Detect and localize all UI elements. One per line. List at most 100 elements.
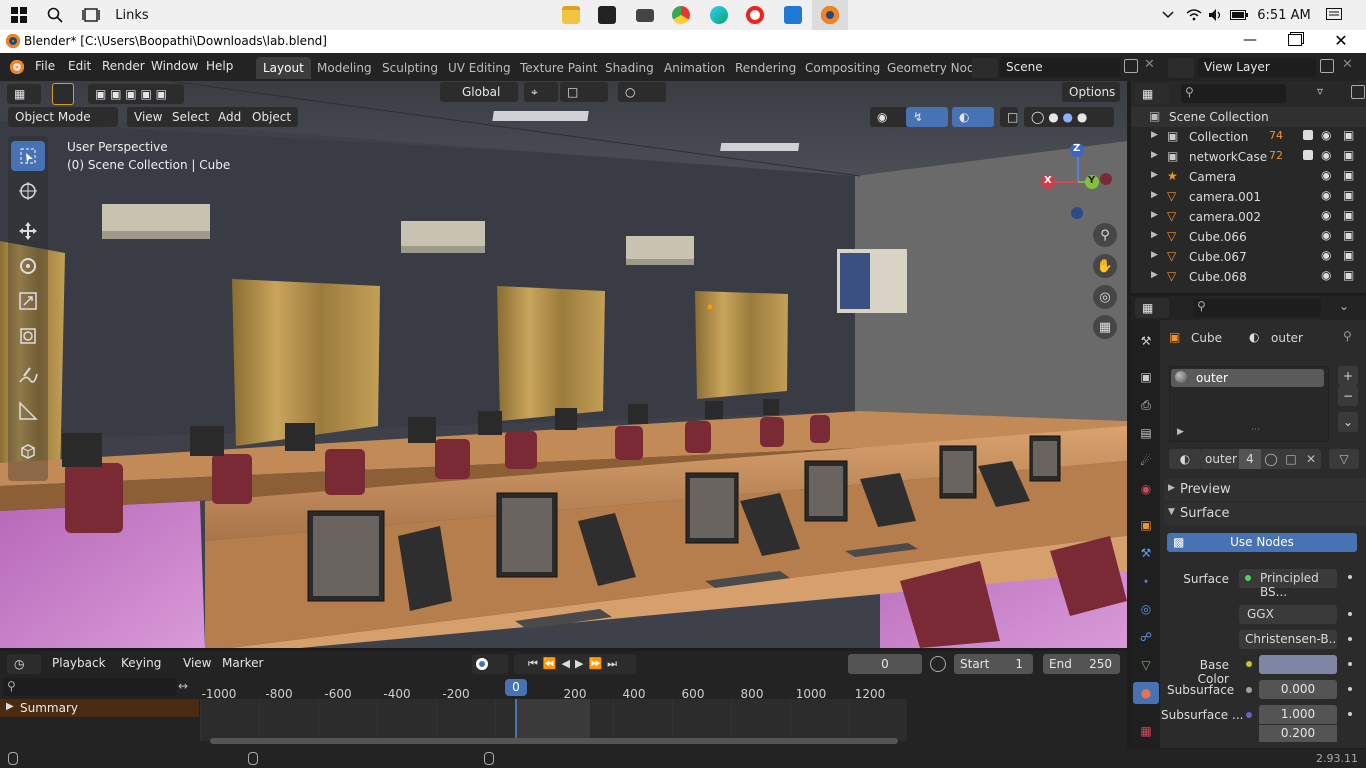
animate-property-icon[interactable] (1348, 637, 1352, 641)
menu-render[interactable]: Render (102, 59, 145, 73)
outliner-editor-type-icon[interactable]: ▦ (1135, 84, 1169, 104)
material-tab-icon[interactable]: ● (1133, 682, 1159, 704)
playhead[interactable]: 0 (505, 679, 527, 696)
editor-type-icon[interactable]: ▦ (7, 84, 41, 104)
links-toolbar-label[interactable]: Links (112, 0, 152, 30)
expand-arrow-icon[interactable]: ▶ (1151, 130, 1158, 140)
view-layer-selector-icon[interactable] (1168, 58, 1194, 78)
animate-property-icon[interactable] (1348, 687, 1352, 691)
physics-tab-icon[interactable]: ◎ (1133, 598, 1159, 620)
exclude-checkbox[interactable] (1303, 130, 1313, 140)
remove-slot-button[interactable]: − (1338, 386, 1358, 406)
menu-marker[interactable]: Marker (222, 656, 263, 670)
eye-icon[interactable]: ◉ (1321, 228, 1331, 242)
menu-window[interactable]: Window (151, 59, 198, 73)
volume-icon[interactable] (1206, 0, 1226, 30)
animate-property-icon[interactable] (1348, 612, 1352, 616)
tab-sculpting[interactable]: Sculpting (375, 57, 445, 79)
select-box-tool-icon[interactable] (11, 141, 45, 171)
outliner-item[interactable]: ▶ ▽ Cube.067 ◉ ▣ (1131, 247, 1366, 267)
expand-arrow-icon[interactable]: ▶ (1151, 170, 1158, 180)
subsurface-radius-x[interactable]: 1.000 (1259, 705, 1337, 724)
playback-controls[interactable]: ⏮⏪◀▶⏩⏭ (514, 654, 636, 674)
scene-selector-icon[interactable] (972, 58, 998, 78)
auto-keying-icon[interactable] (472, 654, 508, 674)
menu-keying[interactable]: Keying (121, 656, 161, 670)
slot-specials-button[interactable]: ⌄ (1338, 412, 1358, 432)
browse-material-icon[interactable]: ◐ (1169, 449, 1201, 469)
tab-uv-editing[interactable]: UV Editing (441, 57, 518, 79)
surface-shader-field[interactable]: Principled BS... (1239, 569, 1337, 599)
scene-tab-icon[interactable]: ☄ (1133, 450, 1159, 472)
end-frame-field[interactable]: End 250 (1043, 654, 1120, 674)
eye-icon[interactable]: ◉ (1321, 208, 1331, 222)
tool-tab-icon[interactable]: ⚒ (1133, 330, 1159, 352)
visibility-icon[interactable]: ◉ (870, 107, 910, 127)
cursor-tool-icon[interactable] (11, 176, 45, 206)
task-view-icon[interactable] (76, 0, 106, 30)
options-dropdown[interactable]: Options (1062, 82, 1120, 102)
distribution-dropdown[interactable]: GGX (1239, 605, 1337, 624)
annotate-tool-icon[interactable] (11, 361, 45, 391)
camera-icon[interactable]: ▣ (1343, 228, 1354, 242)
tab-rendering[interactable]: Rendering (728, 57, 803, 79)
surface-panel-header[interactable]: ▼ Surface (1164, 503, 1366, 525)
notifications-icon[interactable] (1320, 0, 1348, 30)
outliner-item[interactable]: ▶ ★ Camera ◉ ▣ (1131, 167, 1366, 187)
summary-row[interactable]: ▶ Summary (0, 699, 199, 717)
snap-icon[interactable]: □ (560, 82, 608, 102)
outliner-search-input[interactable]: ⚲ (1181, 84, 1286, 103)
tab-modeling[interactable]: Modeling (310, 57, 379, 79)
unlink-material-icon[interactable]: ✕ (1301, 449, 1321, 469)
properties-options-icon[interactable]: ⌄ (1339, 299, 1359, 313)
subsurface-value[interactable]: 0.000 (1259, 680, 1337, 699)
properties-editor-type-icon[interactable]: ▦ (1135, 298, 1169, 318)
tab-animation[interactable]: Animation (657, 57, 732, 79)
outliner-item[interactable]: ▶ ▽ Cube.068 ◉ ▣ (1131, 267, 1366, 287)
subsurface-radius-y[interactable]: 0.200 (1259, 725, 1337, 742)
grid-view-icon[interactable]: ▦ (1093, 315, 1117, 339)
camera-icon[interactable]: ▣ (1343, 188, 1354, 202)
3d-viewport[interactable]: ▦ ▣ ▣ ▣ ▣ ▣ Global ⌖ □ ○ Options Object … (0, 81, 1127, 648)
search-icon[interactable] (40, 0, 70, 30)
blender-taskbar-icon[interactable] (812, 0, 848, 30)
world-tab-icon[interactable]: ◉ (1133, 478, 1159, 500)
exclude-checkbox[interactable] (1303, 150, 1313, 160)
resize-handle-icon[interactable]: ⋯ (1251, 425, 1260, 435)
rotate-tool-icon[interactable] (11, 251, 45, 281)
zoom-icon[interactable]: ⚲ (1093, 223, 1117, 247)
selection-mode-icons[interactable]: ▣ ▣ ▣ ▣ ▣ (88, 84, 184, 104)
menu-help[interactable]: Help (206, 59, 233, 73)
add-slot-button[interactable]: + (1338, 366, 1358, 386)
subsurface-method-dropdown[interactable]: Christensen-B... (1239, 630, 1337, 649)
user-count[interactable]: 4 (1239, 449, 1261, 469)
proportional-editing-icon[interactable]: ○ (618, 82, 666, 102)
tab-texture-paint[interactable]: Texture Paint (513, 57, 604, 79)
tab-geometry-nodes[interactable]: Geometry Nod (880, 57, 982, 79)
store-icon[interactable] (594, 0, 620, 30)
timeline-editor-type-icon[interactable]: ◷ (7, 654, 41, 674)
menu-edit[interactable]: Edit (68, 59, 91, 73)
eye-icon[interactable]: ◉ (1321, 148, 1331, 162)
mail-icon[interactable] (632, 0, 658, 30)
outliner-item[interactable]: ▶ ▽ camera.001 ◉ ▣ (1131, 187, 1366, 207)
camera-icon[interactable]: ▣ (1343, 148, 1354, 162)
chevron-up-icon[interactable] (1158, 0, 1178, 30)
pivot-point-icon[interactable]: ⌖ (524, 82, 558, 102)
particles-tab-icon[interactable]: ⋆ (1133, 570, 1159, 592)
pin-icon[interactable]: ⚲ (1343, 329, 1352, 343)
sync-icon[interactable]: ↔ (178, 679, 196, 693)
timeline-scrollbar[interactable] (210, 738, 898, 744)
outliner-item[interactable]: ▶ ▽ Cube.066 ◉ ▣ (1131, 227, 1366, 247)
opera-icon[interactable] (742, 0, 768, 30)
new-collection-icon[interactable] (1351, 85, 1365, 99)
expand-arrow-icon[interactable]: ▶ (1151, 150, 1158, 160)
material-slot-row[interactable]: outer (1171, 369, 1324, 387)
overlay-toggle-icon[interactable]: ◐ (952, 107, 994, 127)
fake-user-icon[interactable]: ◯ (1261, 449, 1281, 469)
outliner-root-row[interactable]: ▣ Scene Collection (1131, 107, 1366, 127)
animate-property-icon[interactable] (1348, 575, 1352, 579)
clock[interactable]: 6:51 AM (1252, 0, 1316, 30)
menu-select[interactable]: Select (165, 107, 217, 127)
close-icon[interactable]: ✕ (1333, 31, 1349, 50)
